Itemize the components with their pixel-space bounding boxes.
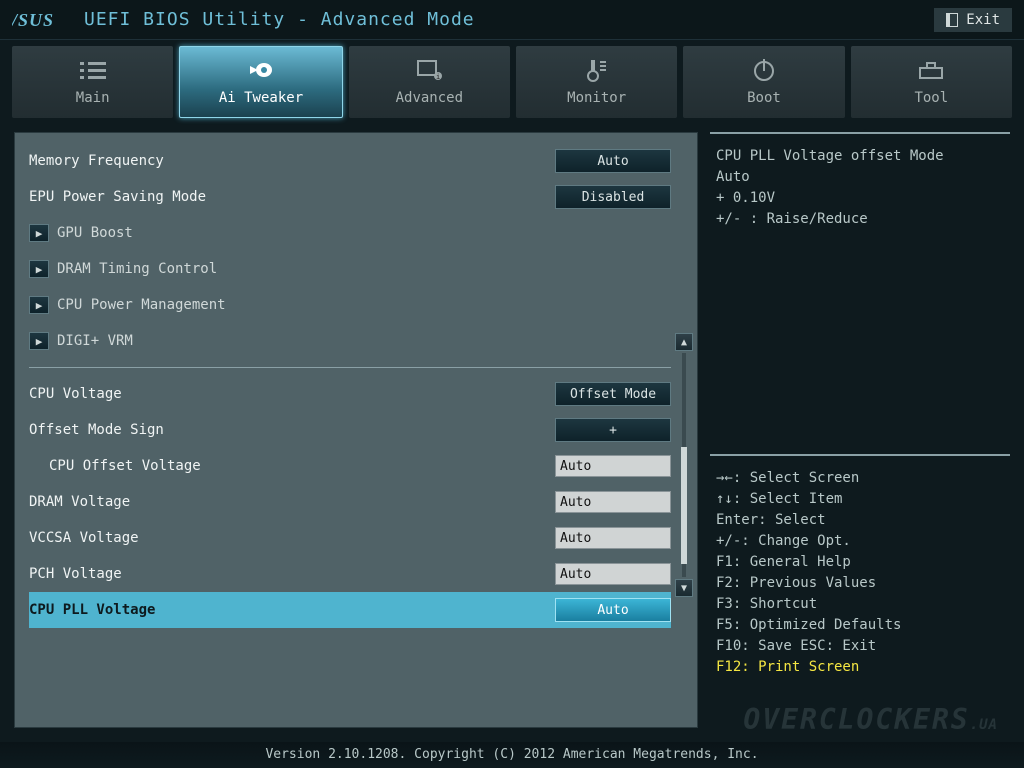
help-line: F3: Shortcut: [716, 594, 1004, 615]
chevron-right-icon: ▶: [29, 296, 49, 314]
page-title: UEFI BIOS Utility - Advanced Mode: [84, 9, 475, 30]
row-pch-voltage[interactable]: PCH Voltage Auto: [29, 556, 671, 592]
chevron-right-icon: ▶: [29, 224, 49, 242]
tab-monitor[interactable]: Monitor: [516, 46, 677, 118]
cpu-offset-voltage-input[interactable]: Auto: [555, 455, 671, 477]
epu-power-saving-dropdown[interactable]: Disabled: [555, 185, 671, 209]
row-dram-voltage[interactable]: DRAM Voltage Auto: [29, 484, 671, 520]
memory-frequency-dropdown[interactable]: Auto: [555, 149, 671, 173]
help-line: F2: Previous Values: [716, 573, 1004, 594]
row-memory-frequency[interactable]: Memory Frequency Auto: [29, 143, 671, 179]
info-panel: CPU PLL Voltage offset Mode Auto + 0.10V…: [710, 132, 1010, 442]
help-line-highlight: F12: Print Screen: [716, 657, 1004, 678]
offset-sign-dropdown[interactable]: +: [555, 418, 671, 442]
main-area: Memory Frequency Auto EPU Power Saving M…: [0, 118, 1024, 742]
row-cpu-voltage[interactable]: CPU Voltage Offset Mode: [29, 376, 671, 412]
scroll-track[interactable]: [682, 353, 686, 577]
help-panel: →←: Select Screen ↑↓: Select Item Enter:…: [710, 454, 1010, 728]
help-line: +/-: Change Opt.: [716, 531, 1004, 552]
row-epu-power-saving[interactable]: EPU Power Saving Mode Disabled: [29, 179, 671, 215]
brand-logo: /SUS: [12, 11, 72, 29]
chevron-right-icon: ▶: [29, 332, 49, 350]
exit-label: Exit: [966, 12, 1000, 28]
help-line: F1: General Help: [716, 552, 1004, 573]
svg-text:/SUS: /SUS: [12, 11, 54, 29]
help-line: F5: Optimized Defaults: [716, 615, 1004, 636]
tab-main[interactable]: Main: [12, 46, 173, 118]
cpu-pll-voltage-dropdown[interactable]: Auto: [555, 598, 671, 622]
row-cpu-offset-voltage[interactable]: CPU Offset Voltage Auto: [29, 448, 671, 484]
list-icon: [80, 58, 106, 82]
scroll-thumb[interactable]: [681, 447, 687, 563]
scrollbar: ▲ ▼: [675, 333, 693, 597]
footer-version: Version 2.10.1208. Copyright (C) 2012 Am…: [0, 742, 1024, 768]
tab-boot[interactable]: Boot: [683, 46, 844, 118]
info-line: +/- : Raise/Reduce: [716, 209, 1004, 230]
help-line: ↑↓: Select Item: [716, 489, 1004, 510]
tab-bar: Main Ai Tweaker i Advanced Monitor Boot …: [0, 40, 1024, 118]
power-icon: [752, 58, 776, 82]
info-line: + 0.10V: [716, 188, 1004, 209]
dram-voltage-input[interactable]: Auto: [555, 491, 671, 513]
right-column: CPU PLL Voltage offset Mode Auto + 0.10V…: [710, 132, 1010, 728]
tab-advanced[interactable]: i Advanced: [349, 46, 510, 118]
chip-icon: i: [416, 58, 442, 82]
exit-button[interactable]: Exit: [934, 8, 1012, 32]
tab-ai-tweaker[interactable]: Ai Tweaker: [179, 46, 342, 118]
help-line: F10: Save ESC: Exit: [716, 636, 1004, 657]
vccsa-voltage-input[interactable]: Auto: [555, 527, 671, 549]
toolbox-icon: [918, 58, 944, 82]
chevron-right-icon: ▶: [29, 260, 49, 278]
submenu-gpu-boost[interactable]: ▶ GPU Boost: [29, 215, 671, 251]
scroll-down-button[interactable]: ▼: [675, 579, 693, 597]
header-bar: /SUS UEFI BIOS Utility - Advanced Mode E…: [0, 0, 1024, 40]
scroll-up-button[interactable]: ▲: [675, 333, 693, 351]
svg-text:i: i: [436, 73, 440, 81]
cpu-voltage-dropdown[interactable]: Offset Mode: [555, 382, 671, 406]
tab-tool[interactable]: Tool: [851, 46, 1012, 118]
row-cpu-pll-voltage[interactable]: CPU PLL Voltage Auto: [29, 592, 671, 628]
submenu-dram-timing[interactable]: ▶ DRAM Timing Control: [29, 251, 671, 287]
info-line: Auto: [716, 167, 1004, 188]
thermometer-icon: [584, 58, 610, 82]
help-line: →←: Select Screen: [716, 468, 1004, 489]
exit-icon: [946, 13, 958, 27]
submenu-cpu-power-mgmt[interactable]: ▶ CPU Power Management: [29, 287, 671, 323]
info-line: CPU PLL Voltage offset Mode: [716, 146, 1004, 167]
submenu-digi-vrm[interactable]: ▶ DIGI+ VRM: [29, 323, 671, 359]
row-offset-sign[interactable]: Offset Mode Sign +: [29, 412, 671, 448]
settings-panel: Memory Frequency Auto EPU Power Saving M…: [14, 132, 698, 728]
section-divider: [29, 367, 671, 368]
pch-voltage-input[interactable]: Auto: [555, 563, 671, 585]
help-line: Enter: Select: [716, 510, 1004, 531]
row-vccsa-voltage[interactable]: VCCSA Voltage Auto: [29, 520, 671, 556]
tweaker-icon: [246, 58, 276, 82]
